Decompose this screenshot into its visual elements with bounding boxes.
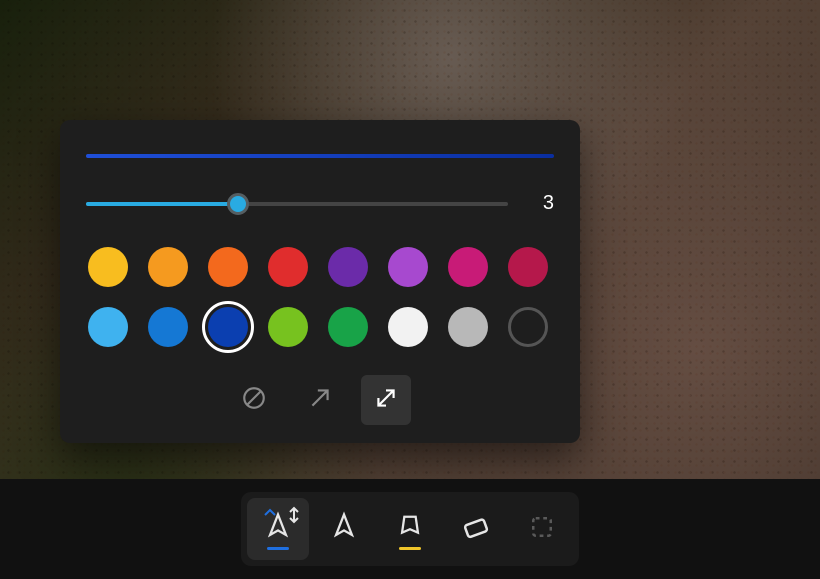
chevron-up-icon	[263, 504, 277, 522]
highlighter-icon	[395, 510, 425, 549]
tool-crop[interactable]	[511, 498, 573, 560]
arrow-tip-row	[86, 375, 554, 425]
slider-thumb[interactable]	[227, 193, 249, 215]
tip-none-button[interactable]	[229, 375, 279, 425]
up-down-arrow-icon	[287, 506, 301, 529]
color-swatch-sky[interactable]	[88, 307, 128, 347]
color-swatch-custom[interactable]	[508, 307, 548, 347]
stroke-preview	[86, 154, 554, 158]
color-swatch-blue[interactable]	[208, 307, 248, 347]
thickness-value: 3	[530, 192, 554, 215]
tip-double-arrow-button[interactable]	[361, 375, 411, 425]
tool-group	[241, 492, 579, 566]
color-swatch-crimson[interactable]	[508, 247, 548, 287]
no-tip-icon	[241, 385, 267, 416]
tip-single-arrow-button[interactable]	[295, 375, 345, 425]
tool-pencil[interactable]	[313, 498, 375, 560]
color-swatch-orange[interactable]	[208, 247, 248, 287]
arrow-up-right-icon	[307, 385, 333, 416]
color-swatch-red[interactable]	[268, 247, 308, 287]
tool-underline	[267, 547, 289, 550]
pen-options-panel: 3	[60, 120, 580, 443]
color-swatches	[86, 245, 554, 349]
double-arrow-icon	[373, 385, 399, 416]
slider-fill	[86, 202, 238, 206]
pencil-icon	[329, 510, 359, 549]
tool-eraser[interactable]	[445, 498, 507, 560]
tool-underline	[399, 547, 421, 550]
color-swatch-white[interactable]	[388, 307, 428, 347]
color-swatch-violet[interactable]	[388, 247, 428, 287]
color-swatch-azure[interactable]	[148, 307, 188, 347]
tool-pen[interactable]	[247, 498, 309, 560]
crop-icon	[527, 510, 557, 549]
color-swatch-amber[interactable]	[148, 247, 188, 287]
thickness-slider[interactable]	[86, 193, 508, 215]
color-swatch-lime[interactable]	[268, 307, 308, 347]
eraser-icon	[461, 510, 491, 549]
bottom-toolbar	[0, 479, 820, 579]
color-swatch-gray[interactable]	[448, 307, 488, 347]
tool-highlighter[interactable]	[379, 498, 441, 560]
color-swatch-yellow[interactable]	[88, 247, 128, 287]
color-swatch-green[interactable]	[328, 307, 368, 347]
color-swatch-magenta[interactable]	[448, 247, 488, 287]
thickness-row: 3	[86, 192, 554, 215]
color-swatch-purple[interactable]	[328, 247, 368, 287]
